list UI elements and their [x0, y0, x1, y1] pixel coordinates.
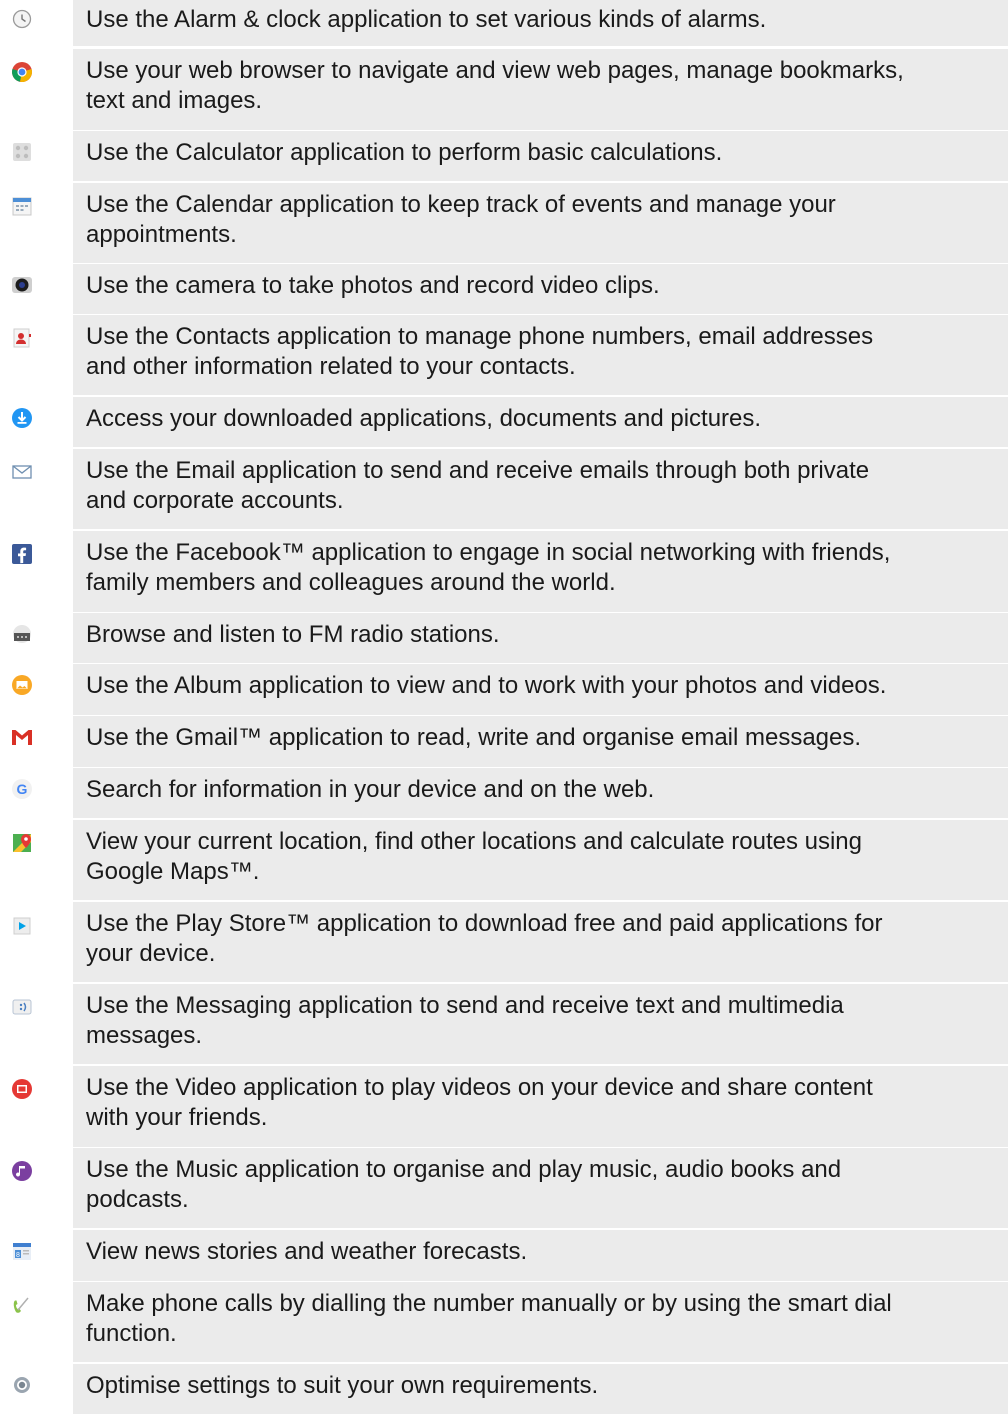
- settings-icon: [9, 1372, 35, 1398]
- phone-icon: [9, 1292, 35, 1318]
- list-item: Use the Email application to send and re…: [0, 449, 1008, 529]
- description-cell: Use the Calculator application to perfor…: [73, 131, 1008, 181]
- description-line: Use the Calculator application to perfor…: [86, 139, 723, 166]
- list-item: Use the camera to take photos and record…: [0, 264, 1008, 314]
- description-line: Use the Messaging application to send an…: [86, 992, 844, 1019]
- list-item: Use the Messaging application to send an…: [0, 984, 1008, 1064]
- description-line: Make phone calls by dialling the number …: [86, 1290, 892, 1317]
- description-line: Use the Email application to send and re…: [86, 457, 870, 484]
- description-cell: View news stories and weather forecasts.: [73, 1230, 1008, 1281]
- description-line: Use the Calendar application to keep tra…: [86, 191, 836, 218]
- description-cell: Use the Video application to play videos…: [73, 1066, 1008, 1147]
- description-line: Use your web browser to navigate and vie…: [86, 57, 904, 84]
- google-search-icon: G: [9, 776, 35, 802]
- alarm-clock-icon: [9, 6, 35, 32]
- description-line: Browse and listen to FM radio stations.: [86, 621, 500, 648]
- description-line: and corporate accounts.: [86, 487, 344, 514]
- description-cell: Access your downloaded applications, doc…: [73, 397, 1008, 447]
- description-cell: Use the Music application to organise an…: [73, 1148, 1008, 1228]
- description-cell: Use the Contacts application to manage p…: [73, 315, 1008, 395]
- list-item: View your current location, find other l…: [0, 820, 1008, 900]
- contacts-icon: [9, 325, 35, 351]
- description-cell: Browse and listen to FM radio stations.: [73, 613, 1008, 663]
- description-line: Access your downloaded applications, doc…: [86, 405, 762, 432]
- video-icon: [9, 1076, 35, 1102]
- list-item: Use the Video application to play videos…: [0, 1066, 1008, 1147]
- list-item: Optimise settings to suit your own requi…: [0, 1364, 1008, 1414]
- list-item: Use the Calculator application to perfor…: [0, 131, 1008, 181]
- maps-icon: [9, 830, 35, 856]
- description-cell: Use the Album application to view and to…: [73, 664, 1008, 715]
- description-cell: View your current location, find other l…: [73, 820, 1008, 900]
- messaging-icon: [9, 994, 35, 1020]
- list-item: Use the Play Store™ application to downl…: [0, 902, 1008, 982]
- description-cell: Use the Gmail™ application to read, writ…: [73, 716, 1008, 767]
- calculator-icon: [9, 139, 35, 165]
- svg-text:8: 8: [16, 1252, 20, 1259]
- web-browser-icon: [9, 59, 35, 85]
- list-item: Use your web browser to navigate and vie…: [0, 49, 1008, 130]
- music-icon: [9, 1158, 35, 1184]
- svg-text:G: G: [17, 781, 28, 797]
- list-item: Use the Facebook™ application to engage …: [0, 531, 1008, 612]
- list-item: Browse and listen to FM radio stations.: [0, 613, 1008, 663]
- description-cell: Use the Messaging application to send an…: [73, 984, 1008, 1064]
- email-envelope-icon: [9, 459, 35, 485]
- list-item: Make phone calls by dialling the number …: [0, 1282, 1008, 1362]
- description-line: Use the Facebook™ application to engage …: [86, 539, 891, 566]
- description-line: View your current location, find other l…: [86, 828, 863, 855]
- description-cell: Use the camera to take photos and record…: [73, 264, 1008, 314]
- description-line: messages.: [86, 1022, 203, 1049]
- description-cell: Make phone calls by dialling the number …: [73, 1282, 1008, 1362]
- camera-icon: [9, 272, 35, 298]
- description-line: Search for information in your device an…: [86, 776, 655, 803]
- download-icon: [9, 405, 35, 431]
- description-line: Use the Alarm & clock application to set…: [86, 6, 767, 33]
- description-line: text and images.: [86, 87, 263, 114]
- news-weather-icon: 8: [9, 1238, 35, 1264]
- album-icon: [9, 672, 35, 698]
- play-store-icon: [9, 912, 35, 938]
- description-line: Use the Music application to organise an…: [86, 1156, 842, 1183]
- description-line: appointments.: [86, 221, 237, 248]
- list-item: Access your downloaded applications, doc…: [0, 397, 1008, 447]
- description-line: Use the Play Store™ application to downl…: [86, 910, 883, 937]
- description-cell: Use your web browser to navigate and vie…: [73, 49, 1008, 130]
- description-line: and other information related to your co…: [86, 353, 576, 380]
- description-line: Google Maps™.: [86, 858, 260, 885]
- list-item: Use the Contacts application to manage p…: [0, 315, 1008, 395]
- description-line: Use the camera to take photos and record…: [86, 272, 660, 299]
- fm-radio-icon: [9, 621, 35, 647]
- description-cell: Use the Alarm & clock application to set…: [73, 0, 1008, 46]
- description-line: function.: [86, 1320, 177, 1347]
- description-cell: Use the Facebook™ application to engage …: [73, 531, 1008, 612]
- description-line: podcasts.: [86, 1186, 189, 1213]
- list-item: Use the Gmail™ application to read, writ…: [0, 716, 1008, 767]
- description-cell: Use the Play Store™ application to downl…: [73, 902, 1008, 982]
- list-item: Use the Music application to organise an…: [0, 1148, 1008, 1228]
- description-line: Use the Gmail™ application to read, writ…: [86, 724, 862, 751]
- list-item: Use the Calendar application to keep tra…: [0, 183, 1008, 263]
- facebook-icon: [9, 541, 35, 567]
- description-line: with your friends.: [86, 1104, 268, 1131]
- description-line: Use the Contacts application to manage p…: [86, 323, 874, 350]
- calendar-icon: [9, 193, 35, 219]
- list-item: Use the Album application to view and to…: [0, 664, 1008, 715]
- description-line: View news stories and weather forecasts.: [86, 1238, 528, 1265]
- description-cell: Use the Email application to send and re…: [73, 449, 1008, 529]
- description-cell: Search for information in your device an…: [73, 768, 1008, 818]
- list-item: Use the Alarm & clock application to set…: [0, 0, 1008, 46]
- list-item: 8 View news stories and weather forecasts…: [0, 1230, 1008, 1281]
- description-line: Use the Album application to view and to…: [86, 672, 887, 699]
- description-line: your device.: [86, 940, 216, 967]
- description-cell: Use the Calendar application to keep tra…: [73, 183, 1008, 263]
- gmail-icon: [9, 724, 35, 750]
- description-cell: Optimise settings to suit your own requi…: [73, 1364, 1008, 1414]
- list-item: G Search for information in your device a…: [0, 768, 1008, 818]
- description-line: Optimise settings to suit your own requi…: [86, 1372, 599, 1399]
- description-line: family members and colleagues around the…: [86, 569, 616, 596]
- description-line: Use the Video application to play videos…: [86, 1074, 873, 1101]
